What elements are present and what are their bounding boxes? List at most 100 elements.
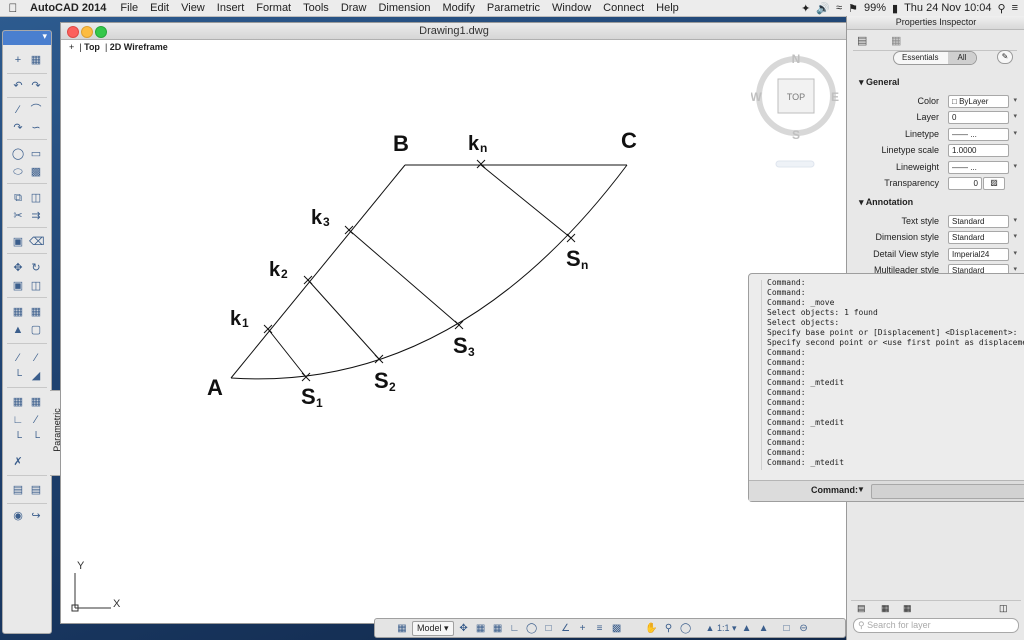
transparency-icon[interactable]: ▩	[610, 622, 624, 635]
status-menu-icon[interactable]: ⊖	[797, 622, 811, 635]
prop-layer-value[interactable]: 0	[948, 111, 1009, 124]
battery-icon[interactable]: ▮	[892, 2, 898, 15]
line-kn-sn[interactable]	[480, 164, 572, 239]
menu-parametric[interactable]: Parametric	[481, 2, 546, 14]
bluetooth-icon[interactable]: ✦	[801, 2, 810, 15]
layer-states-icon[interactable]: ▤	[29, 483, 43, 497]
pan-icon[interactable]: ✋	[645, 622, 659, 635]
properties-tab-icon[interactable]: ▤	[857, 34, 867, 47]
orbit-icon[interactable]: ◯	[679, 622, 693, 635]
edge-a-b[interactable]	[230, 164, 406, 379]
menu-modify[interactable]: Modify	[436, 2, 480, 14]
app-menu[interactable]: AutoCAD 2014	[26, 2, 114, 14]
scale-icon[interactable]: ▣	[11, 279, 25, 293]
lineweight-icon[interactable]: ≡	[593, 622, 607, 635]
ucs-icon[interactable]: ↪	[29, 509, 43, 523]
snap-icon[interactable]: ✥	[457, 622, 471, 635]
menu-draw[interactable]: Draw	[335, 2, 373, 14]
fillet-icon[interactable]: └	[11, 369, 25, 383]
menu-file[interactable]: File	[114, 2, 144, 14]
coincident-icon[interactable]: ∟	[11, 413, 25, 427]
menu-window[interactable]: Window	[546, 2, 597, 14]
grid-array-icon[interactable]: ▦	[29, 305, 43, 319]
layout-icon[interactable]: ▦	[395, 622, 409, 635]
palette-header[interactable]: ▾	[3, 31, 51, 45]
hatch-icon[interactable]: ▩	[29, 165, 43, 179]
menu-connect[interactable]: Connect	[597, 2, 650, 14]
command-menu-chevron-icon[interactable]: ▼	[857, 485, 865, 494]
model-button[interactable]: Model ▾	[412, 620, 454, 636]
join-icon[interactable]: ⁄	[29, 351, 43, 365]
redo-icon[interactable]: ↷	[29, 79, 43, 93]
pick-style-icon[interactable]: ✎	[997, 50, 1013, 64]
polyline-icon[interactable]: ↷	[11, 121, 25, 135]
line-k3-s3[interactable]	[348, 229, 460, 326]
apple-menu-icon[interactable]: 	[0, 1, 26, 15]
prop-text-style-value[interactable]: Standard	[948, 215, 1009, 228]
vertical-icon[interactable]: └	[29, 431, 43, 445]
quick-select-icon[interactable]: ▦	[29, 53, 43, 67]
rotate-icon[interactable]: ↻	[29, 261, 43, 275]
line-icon[interactable]: ∕	[11, 103, 25, 117]
battery-percent[interactable]: 99%	[864, 2, 886, 14]
new-layer-icon[interactable]: ▤	[857, 603, 866, 614]
osnap-icon[interactable]: ◯	[525, 622, 539, 635]
erase-icon[interactable]: ⌫	[29, 235, 45, 249]
line-k1-s1[interactable]	[267, 328, 307, 378]
horizontal-icon[interactable]: └	[11, 431, 25, 445]
move-icon[interactable]: ✥	[11, 261, 25, 275]
spline-icon[interactable]: ∽	[29, 121, 43, 135]
flag-icon[interactable]: ⚑	[848, 2, 858, 15]
prop-detail-view-style-value[interactable]: Imperial24	[948, 248, 1009, 261]
dynamic-ucs-icon[interactable]: ∠	[559, 622, 573, 635]
prop-linetype-scale-value[interactable]: 1.0000	[948, 144, 1009, 157]
folder-new-icon[interactable]: ▦	[903, 603, 912, 614]
notification-center-icon[interactable]: ≡	[1012, 2, 1018, 14]
copy-icon[interactable]: ⧉	[11, 191, 25, 205]
menu-view[interactable]: View	[175, 2, 211, 14]
fullscreen-icon[interactable]: □	[780, 622, 794, 635]
offset-icon[interactable]: ▣	[11, 235, 25, 249]
stretch-icon[interactable]: ◫	[29, 279, 43, 293]
rectangle-icon[interactable]: ▭	[29, 147, 43, 161]
arc-icon[interactable]: ⌒	[29, 103, 43, 117]
tab-all[interactable]: All	[948, 52, 976, 64]
prop-color-value[interactable]: □ ByLayer	[948, 95, 1009, 108]
select-icon[interactable]: +	[11, 53, 25, 67]
polar-icon[interactable]: ∟	[508, 622, 522, 635]
zoom-icon[interactable]: ⚲	[662, 622, 676, 635]
menu-help[interactable]: Help	[650, 2, 685, 14]
chamfer-icon[interactable]: ◢	[29, 369, 43, 383]
annotation-visibility-icon[interactable]: ▲	[740, 622, 754, 635]
line-k2-s2[interactable]	[307, 279, 380, 360]
menu-format[interactable]: Format	[250, 2, 297, 14]
parallel-icon[interactable]: ∕	[29, 413, 43, 427]
columns-icon[interactable]: ◫	[999, 603, 1008, 614]
clock[interactable]: Thu 24 Nov 10:04	[904, 2, 991, 14]
mirror-icon[interactable]: ◫	[29, 191, 43, 205]
break-icon[interactable]: ⁄	[11, 351, 25, 365]
layer-search-input[interactable]: ⚲ Search for layer	[853, 618, 1019, 633]
prop-transparency-value[interactable]: 0	[948, 177, 982, 190]
prop-dimension-style-value[interactable]: Standard	[948, 231, 1009, 244]
prop-lineweight-value[interactable]: —— ...	[948, 161, 1009, 174]
array-icon[interactable]: ▦	[11, 305, 25, 319]
transparency-menu-icon[interactable]: ▨	[983, 177, 1005, 190]
menu-insert[interactable]: Insert	[211, 2, 251, 14]
undo-icon[interactable]: ↶	[11, 79, 25, 93]
delete-constraint-icon[interactable]: ✗	[11, 455, 25, 469]
constraint-icon[interactable]: ▦	[11, 395, 25, 409]
trim-icon[interactable]: ✂	[11, 209, 25, 223]
auto-scale-icon[interactable]: ▲	[757, 622, 771, 635]
command-grip[interactable]	[753, 280, 762, 470]
otrack-icon[interactable]: □	[542, 622, 556, 635]
grid-icon[interactable]: ▦	[474, 622, 488, 635]
ellipse-icon[interactable]: ⬭	[11, 165, 25, 179]
triangle-icon[interactable]: ▲	[11, 323, 25, 337]
folder-icon[interactable]: ▦	[881, 603, 890, 614]
drawing-canvas[interactable]: A B C k 1 k 2 k 3 k n S 1 S 2 S 3 S n Y …	[61, 23, 847, 623]
ucs-icon[interactable]	[71, 573, 111, 612]
wifi-icon[interactable]: ≈	[836, 2, 842, 14]
tab-essentials[interactable]: Essentials	[902, 52, 938, 64]
layer-icon[interactable]: ▤	[11, 483, 25, 497]
